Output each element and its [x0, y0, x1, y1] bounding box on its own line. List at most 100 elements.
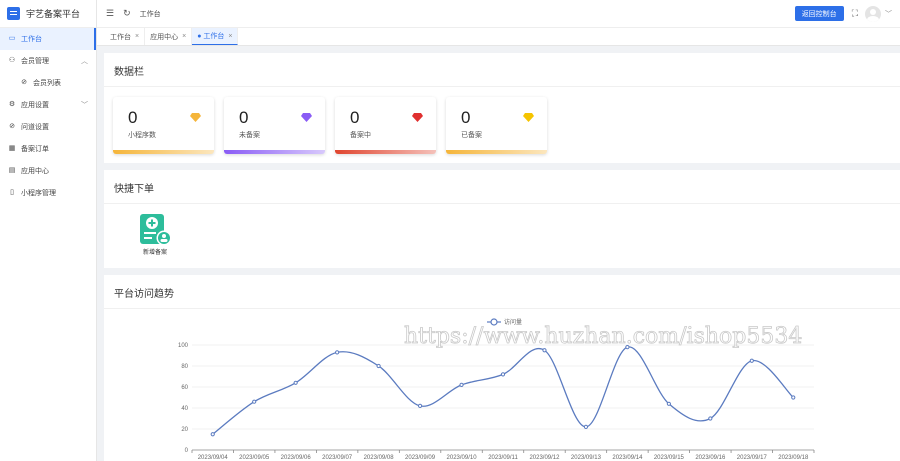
x-tick-label: 2023/09/11: [488, 455, 518, 461]
y-tick-label: 20: [181, 427, 188, 433]
data-point: [791, 395, 796, 400]
stat-color-bar: [113, 150, 214, 154]
y-tick-label: 100: [178, 343, 189, 349]
grid-icon: ▤: [8, 167, 16, 174]
y-tick-label: 80: [181, 364, 188, 370]
sidebar-menu: ▭ 工作台 ⚇ 会员管理 ︿ ⊘ 会员列表 ⚙ 应用设置 ﹀ ⊘ 问道设置 ▦ …: [0, 28, 96, 204]
y-tick-label: 0: [185, 448, 189, 454]
x-tick-label: 2023/09/05: [239, 455, 270, 461]
breadcrumb: 工作台: [139, 10, 161, 18]
gear-icon: ⚙: [8, 101, 16, 108]
sidebar-item-label: 问道设置: [21, 124, 49, 131]
top-header: ☰ ↻ 工作台 返回控制台 ⛶ ﹀: [97, 0, 900, 28]
tab-label: 应用中心: [150, 33, 179, 41]
x-tick-label: 2023/09/08: [364, 455, 395, 461]
quick-add-filing[interactable]: 新增备案: [138, 214, 172, 256]
stat-card[interactable]: 0 未备案: [224, 97, 325, 154]
chevron-down-icon[interactable]: ﹀: [885, 9, 892, 19]
stat-color-bar: [335, 150, 436, 154]
x-tick-label: 2023/09/13: [571, 455, 602, 461]
x-tick-label: 2023/09/16: [695, 455, 726, 461]
trend-chart-svg: 0 20 40 60 80 100 2023/09/04 2023/09/05 2023/09/…: [178, 318, 815, 461]
page-tabs: 工作台 × 应用中心 × ● 工作台 ×: [97, 28, 900, 46]
gem-icon: [412, 113, 423, 122]
tab-app-center[interactable]: 应用中心 ×: [145, 28, 193, 45]
sidebar-item-orders[interactable]: ▦ 备案订单: [0, 138, 96, 160]
sidebar-item-label: 应用设置: [21, 102, 49, 109]
x-tick-label: 2023/09/15: [654, 455, 685, 461]
stat-card[interactable]: 0 已备案: [446, 97, 547, 154]
panel-title: 数据栏: [104, 53, 900, 87]
sidebar-item-label: 会员管理: [21, 58, 49, 65]
stat-color-bar: [224, 150, 325, 154]
stat-card[interactable]: 0 备案中: [335, 97, 436, 154]
chevron-up-icon: ︿: [81, 58, 88, 65]
sidebar-item-app-settings[interactable]: ⚙ 应用设置 ﹀: [0, 94, 96, 116]
user-icon: ⚇: [8, 57, 16, 64]
data-panel: 数据栏 0 小程序数 0 未备案 0 备案中 0 已备案: [104, 53, 900, 163]
stat-color-bar: [446, 150, 547, 154]
chevron-down-icon: ﹀: [81, 102, 88, 109]
stat-value: 0: [461, 108, 471, 127]
stat-label: 已备案: [461, 132, 482, 139]
logo[interactable]: 宇艺备案平台: [0, 0, 96, 28]
stat-value: 0: [350, 108, 360, 127]
data-point: [417, 403, 423, 408]
monitor-icon: ▭: [8, 35, 16, 42]
x-tick-label: 2023/09/07: [322, 455, 353, 461]
sidebar-item-members[interactable]: ⚇ 会员管理 ︿: [0, 50, 96, 72]
sidebar-item-label: 小程序管理: [21, 190, 56, 197]
x-tick-label: 2023/09/06: [281, 455, 312, 461]
data-point: [335, 350, 340, 355]
x-tick-label: 2023/09/12: [529, 455, 560, 461]
close-icon[interactable]: ×: [135, 33, 139, 40]
user-circle-icon: ⊘: [21, 79, 27, 86]
sidebar-item-route-settings[interactable]: ⊘ 问道设置: [0, 116, 96, 138]
avatar[interactable]: [865, 5, 881, 22]
close-icon[interactable]: ×: [228, 33, 232, 40]
data-point: [542, 348, 547, 353]
y-tick-label: 60: [181, 385, 188, 391]
stat-card[interactable]: 0 小程序数: [113, 97, 214, 154]
menu-toggle-icon[interactable]: ☰: [106, 8, 114, 19]
quick-item-label: 新增备案: [142, 250, 167, 256]
fullscreen-icon[interactable]: ⛶: [852, 8, 858, 19]
data-point: [293, 380, 298, 385]
x-tick-label: 2023/09/17: [737, 455, 768, 461]
sidebar-item-miniprogram[interactable]: ▯ 小程序管理: [0, 182, 96, 204]
data-point: [749, 358, 754, 363]
sidebar-item-label: 工作台: [21, 36, 42, 43]
compass-icon: ⊘: [9, 123, 15, 130]
series-line: [212, 346, 794, 435]
return-console-button[interactable]: 返回控制台: [794, 6, 844, 21]
close-icon[interactable]: ×: [182, 33, 186, 40]
sidebar-item-app-center[interactable]: ▤ 应用中心: [0, 160, 96, 182]
sidebar: 宇艺备案平台 ▭ 工作台 ⚇ 会员管理 ︿ ⊘ 会员列表 ⚙ 应用设置 ﹀ ⊘ …: [0, 0, 97, 461]
stat-cards: 0 小程序数 0 未备案 0 备案中 0 已备案: [113, 97, 557, 154]
quick-order-panel: 快捷下单 新增备案: [104, 170, 900, 268]
trend-chart: 0 20 40 60 80 100 2023/09/04 2023/09/05 2023/09/…: [104, 275, 900, 461]
tab-label: 工作台: [110, 33, 131, 41]
gem-icon: [301, 113, 312, 122]
tab-dashboard-active[interactable]: ● 工作台 ×: [192, 28, 239, 45]
x-tick-label: 2023/09/04: [198, 455, 229, 461]
sidebar-item-dashboard[interactable]: ▭ 工作台: [0, 28, 96, 50]
sidebar-item-label: 会员列表: [33, 80, 61, 87]
data-point: [376, 363, 381, 369]
data-point: [708, 416, 713, 421]
stat-value: 0: [128, 108, 138, 127]
data-point: [583, 424, 589, 429]
x-tick-label: 2023/09/14: [612, 455, 643, 461]
gem-icon: [190, 113, 201, 122]
sidebar-item-member-list[interactable]: ⊘ 会员列表: [0, 72, 96, 94]
refresh-icon[interactable]: ↻: [123, 8, 131, 19]
data-point: [252, 399, 257, 404]
tab-label: ● 工作台: [197, 33, 225, 40]
stat-label: 小程序数: [128, 132, 156, 139]
app-logo-icon: [7, 7, 20, 20]
tab-dashboard[interactable]: 工作台 ×: [105, 28, 146, 45]
panel-title: 快捷下单: [104, 170, 900, 204]
data-point: [459, 382, 464, 388]
x-tick-label: 2023/09/10: [447, 455, 478, 461]
x-tick-label: 2023/09/18: [778, 455, 809, 461]
